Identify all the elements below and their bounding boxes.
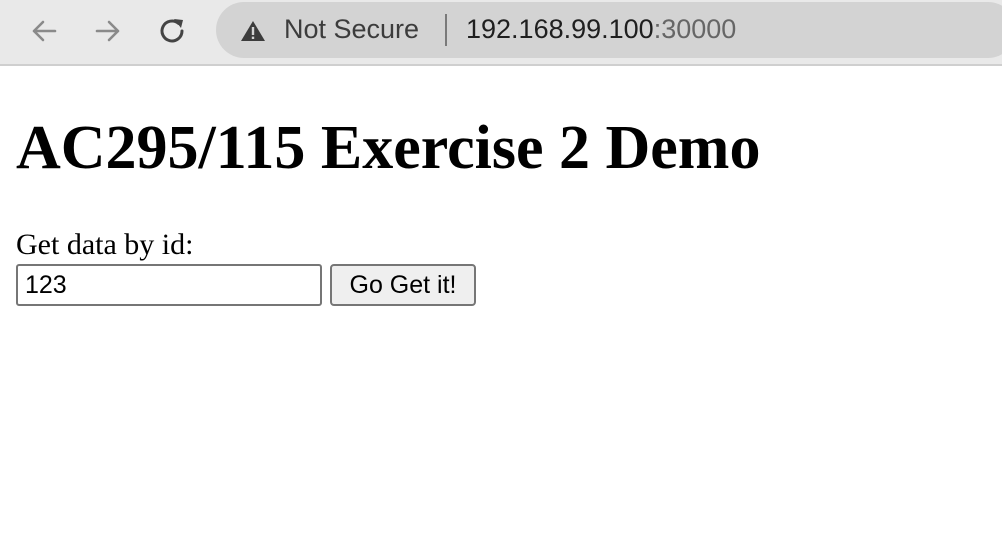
forward-button[interactable]: [88, 11, 128, 51]
address-bar[interactable]: Not Secure 192.168.99.100:30000: [216, 2, 1002, 58]
security-status-label[interactable]: Not Secure: [284, 14, 419, 45]
id-input[interactable]: [16, 264, 322, 306]
arrow-right-icon: [95, 20, 120, 42]
reload-button[interactable]: [152, 11, 192, 51]
url-host: 192.168.99.100: [466, 14, 654, 44]
url-port: :30000: [653, 14, 737, 44]
arrow-left-icon: [32, 20, 57, 42]
page-title: AC295/115 Exercise 2 Demo: [16, 114, 761, 182]
browser-toolbar: Not Secure 192.168.99.100:30000: [0, 0, 1002, 66]
back-button[interactable]: [24, 11, 64, 51]
url-text[interactable]: 192.168.99.100:30000: [466, 14, 736, 45]
omnibox-divider: [445, 14, 447, 46]
reload-icon: [160, 19, 184, 43]
go-get-button[interactable]: Go Get it!: [330, 264, 476, 306]
page-content: AC295/115 Exercise 2 Demo Get data by id…: [0, 68, 1002, 550]
warning-triangle-icon[interactable]: [240, 20, 266, 42]
id-field-label: Get data by id:: [16, 228, 194, 261]
